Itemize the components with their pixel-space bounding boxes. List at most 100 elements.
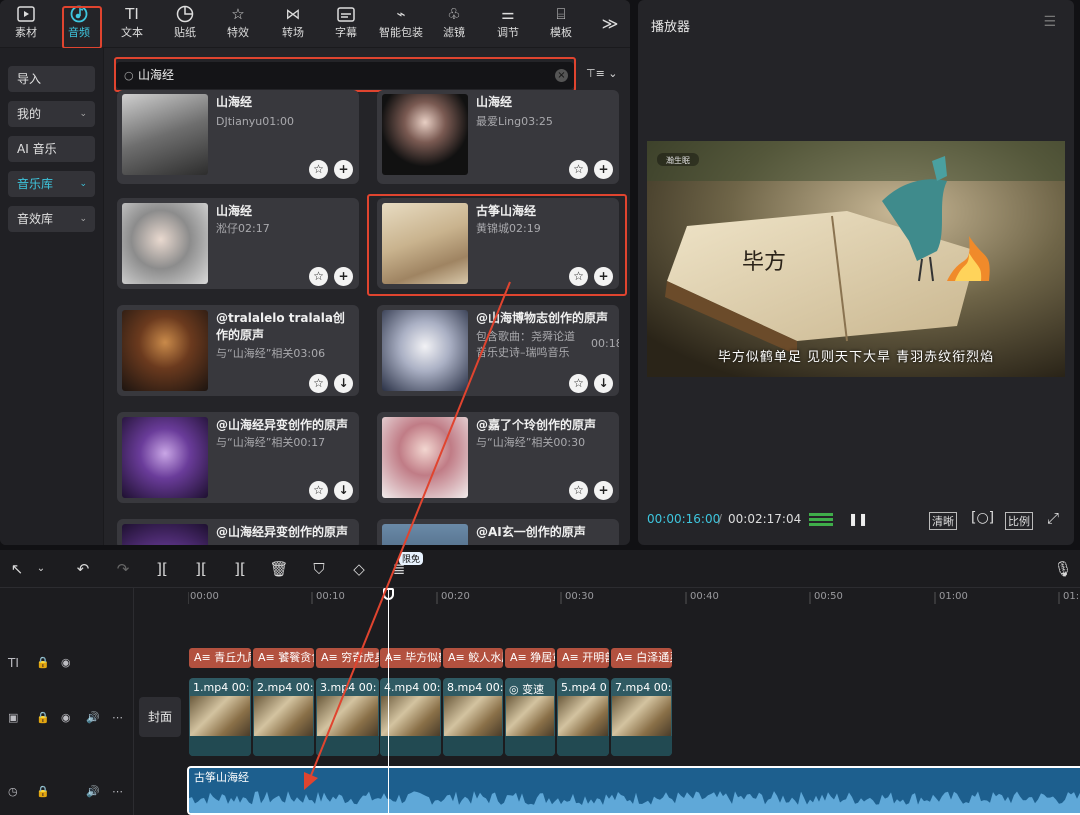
filter-sort-button[interactable]: ⊤≡ ⌄ — [586, 67, 618, 80]
add-track-button[interactable]: + — [334, 267, 353, 286]
add-track-button[interactable]: + — [334, 160, 353, 179]
download-track-button[interactable]: ↓ — [334, 374, 353, 393]
text-clip[interactable]: A≡ 白泽通灵 — [611, 648, 672, 668]
text-clip[interactable]: A≡ 穷奇虎身 — [316, 648, 379, 668]
chevron-down-icon[interactable]: ⌄ — [30, 558, 52, 580]
music-card[interactable]: @AI玄一创作的原声 — [377, 519, 619, 545]
video-clip[interactable]: 5.mp4 0 — [557, 678, 609, 756]
music-card[interactable]: @tralalelo tralala创作的原声 与“山海经”相关03:06 ☆ … — [117, 305, 359, 396]
video-clip[interactable]: 1.mp4 00: — [189, 678, 251, 756]
music-card[interactable]: @山海经异变创作的原声 — [117, 519, 359, 545]
favorite-icon[interactable]: ☆ — [309, 374, 328, 393]
tab-text[interactable]: TI 文本 — [108, 4, 156, 46]
sidebar-item-ai-music[interactable]: AI 音乐 — [8, 136, 95, 162]
clip-name: 7.mp4 — [615, 681, 651, 694]
menu-icon[interactable]: ☰ — [1043, 14, 1056, 30]
text-icon: TI — [125, 5, 139, 23]
text-clip[interactable]: A≡ 青丘九尾 — [189, 648, 251, 668]
sidebar-item-import[interactable]: 导入 — [8, 66, 95, 92]
tab-smart-pack[interactable]: ⌁ 智能包装 — [376, 4, 426, 46]
tab-transition[interactable]: ⋈ 转场 — [269, 4, 317, 46]
text-clip-label: 鲛人水居 — [468, 651, 503, 664]
fullscreen-icon[interactable]: ⤢ — [1047, 509, 1059, 527]
split-icon[interactable]: ][ — [151, 558, 173, 580]
add-track-button[interactable]: + — [594, 267, 613, 286]
add-track-button[interactable]: + — [594, 160, 613, 179]
lock-icon[interactable]: 🔒 — [36, 656, 50, 669]
video-clip[interactable]: 3.mp4 00: — [316, 678, 379, 756]
tab-template[interactable]: ⌸ 模板 — [537, 4, 585, 46]
playhead-handle[interactable] — [383, 588, 394, 600]
text-clip[interactable]: A≡ 鲛人水居 — [443, 648, 503, 668]
screenshot-icon[interactable]: [○] — [971, 510, 994, 526]
music-card[interactable]: 山海经 DJtianyu01:00 ☆ + — [117, 90, 359, 184]
more-icon[interactable]: ⋯ — [112, 785, 123, 798]
mask-icon[interactable]: ◇ — [348, 558, 370, 580]
tab-label: 滤镜 — [443, 26, 465, 39]
cover-button[interactable]: 封面 — [139, 697, 181, 737]
redo-icon[interactable]: ↷ — [112, 558, 134, 580]
search-input[interactable]: ○ 山海经 × — [116, 62, 574, 89]
text-clip[interactable]: A≡ 饕餮贪食 — [253, 648, 314, 668]
favorite-icon[interactable]: ☆ — [309, 160, 328, 179]
clip-audio-strip — [316, 736, 379, 756]
tab-sticker[interactable]: 贴纸 — [161, 4, 209, 46]
delete-icon[interactable]: 🗑 — [268, 558, 290, 580]
audio-clip[interactable]: 古筝山海经 — [187, 766, 1080, 815]
video-clip[interactable]: 4.mp4 00: — [380, 678, 441, 756]
shield-icon[interactable]: ⛉ — [308, 558, 330, 580]
text-clip[interactable]: A≡ 狰居章莪 — [505, 648, 555, 668]
tab-audio[interactable]: 音频 — [55, 4, 103, 46]
microphone-icon[interactable]: 🎙 — [1052, 558, 1074, 580]
eye-icon[interactable]: ◉ — [61, 711, 71, 724]
volume-icon[interactable]: 🔊 — [86, 785, 100, 798]
clear-search-icon[interactable]: × — [555, 69, 568, 82]
pause-button[interactable]: ❚❚ — [848, 512, 868, 526]
text-clip[interactable]: A≡ 毕方似鹤 — [380, 648, 441, 668]
music-card[interactable]: @山海博物志创作的原声 包含歌曲：尧舜论道 音乐史诗–瑞鸣音乐 00:18 ☆ … — [377, 305, 619, 396]
music-card[interactable]: 山海经 淞仔02:17 ☆ + — [117, 198, 359, 289]
video-clip[interactable]: 7.mp4 00: — [611, 678, 672, 756]
tab-media[interactable]: 素材 — [2, 4, 50, 46]
video-clip[interactable]: ◎ 变速 — [505, 678, 555, 756]
library-panel: 素材 音频 TI 文本 贴纸 ☆ 特效 ⋈ 转场 字幕 ⌁ 智能包装 ♧ 滤镜 ⚌ 调节 ⌸… — [0, 0, 630, 545]
music-card[interactable]: @山海经异变创作的原声 与“山海经”相关00:17 ☆ ↓ — [117, 412, 359, 503]
favorite-icon[interactable]: ☆ — [309, 267, 328, 286]
tab-adjust[interactable]: ⚌ 调节 — [484, 4, 532, 46]
favorite-icon[interactable]: ☆ — [569, 374, 588, 393]
lock-icon[interactable]: 🔒 — [36, 711, 50, 724]
quality-button[interactable]: 清晰 — [929, 512, 957, 530]
sidebar-item-music-library[interactable]: 音乐库 ⌄ — [8, 171, 95, 197]
download-track-button[interactable]: ↓ — [594, 374, 613, 393]
trim-left-icon[interactable]: ][ — [190, 558, 212, 580]
favorite-icon[interactable]: ☆ — [569, 160, 588, 179]
player-panel: 播放器 ☰ 瀚生眠 毕方 毕方似鹤单足 见则天下大旱 青羽赤纹衔烈焰 00:00… — [638, 0, 1074, 545]
select-tool-icon[interactable]: ↖ — [6, 558, 28, 580]
download-track-button[interactable]: ↓ — [334, 481, 353, 500]
video-clip[interactable]: 2.mp4 00: — [253, 678, 314, 756]
more-icon[interactable]: ⋯ — [112, 711, 123, 724]
tab-filter[interactable]: ♧ 滤镜 — [430, 4, 478, 46]
playhead[interactable] — [388, 590, 389, 815]
sidebar-item-sound-effects[interactable]: 音效库 ⌄ — [8, 206, 95, 232]
tab-caption[interactable]: 字幕 — [322, 4, 370, 46]
undo-icon[interactable]: ↶ — [72, 558, 94, 580]
add-track-button[interactable]: + — [594, 481, 613, 500]
favorite-icon[interactable]: ☆ — [569, 267, 588, 286]
volume-icon[interactable]: 🔊 — [86, 711, 100, 724]
trim-right-icon[interactable]: ][ — [229, 558, 251, 580]
sidebar-item-mine[interactable]: 我的 ⌄ — [8, 101, 95, 127]
music-card[interactable]: @嘉了个玲创作的原声 与“山海经”相关00:30 ☆ + — [377, 412, 619, 503]
video-watermark: 瀚生眠 — [666, 155, 690, 165]
tab-effects[interactable]: ☆ 特效 — [214, 4, 262, 46]
video-clip[interactable]: 8.mp4 00: — [443, 678, 503, 756]
aspect-ratio-button[interactable]: 比例 — [1005, 512, 1033, 530]
eye-icon[interactable]: ◉ — [61, 656, 71, 669]
music-card[interactable]: 古筝山海经 黄锦城02:19 ☆ + — [377, 198, 619, 289]
favorite-icon[interactable]: ☆ — [569, 481, 588, 500]
lock-icon[interactable]: 🔒 — [36, 785, 50, 798]
music-card[interactable]: 山海经 最爱Ling03:25 ☆ + — [377, 90, 619, 184]
more-tabs-button[interactable]: ≫ — [590, 4, 630, 46]
favorite-icon[interactable]: ☆ — [309, 481, 328, 500]
text-clip[interactable]: A≡ 开明兽 — [557, 648, 609, 668]
